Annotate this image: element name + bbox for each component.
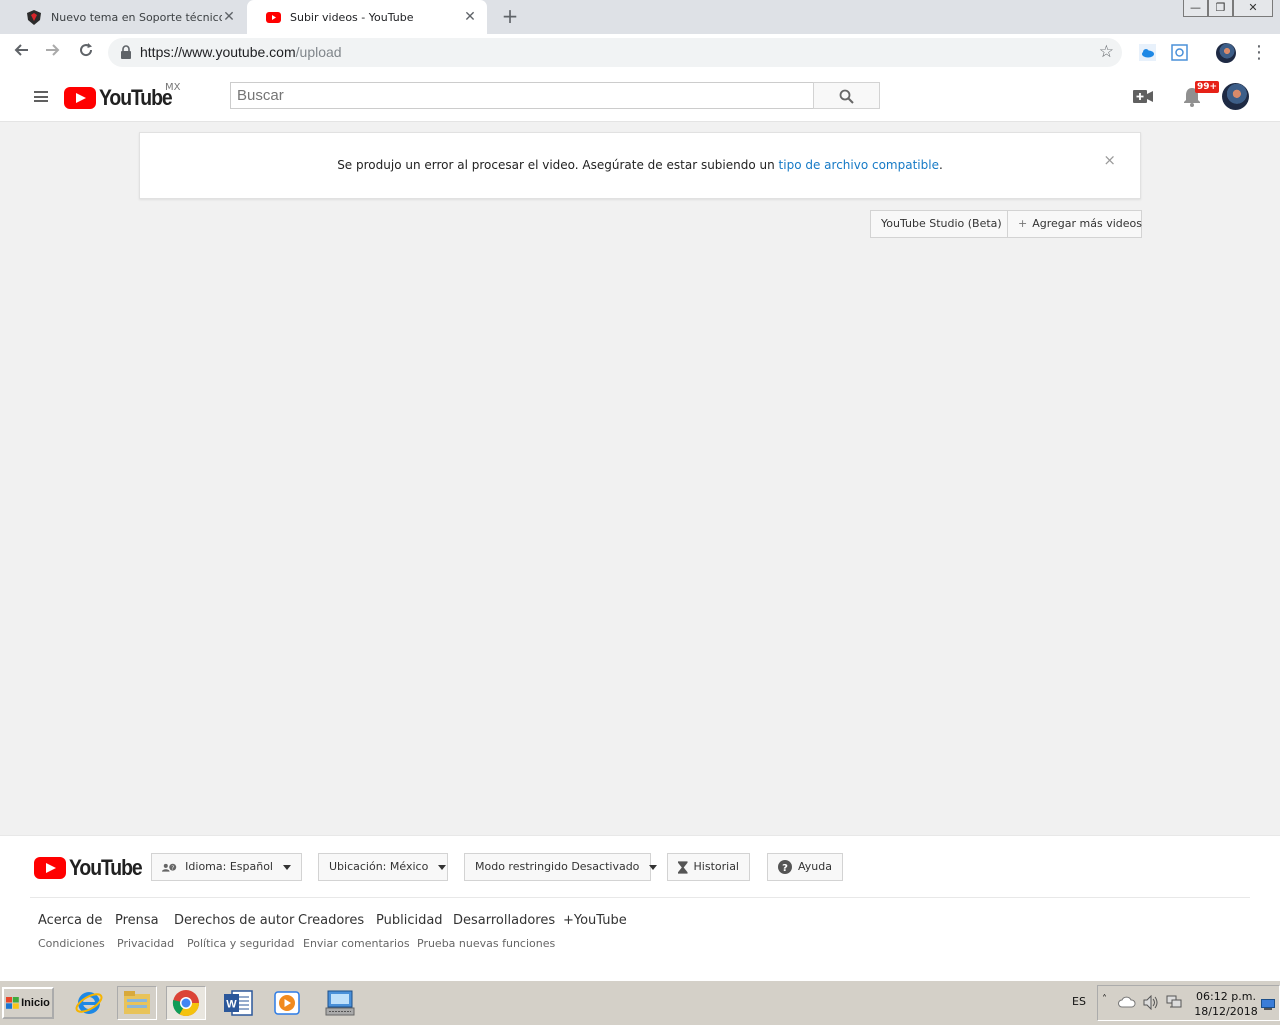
notification-count-badge: 99+ — [1195, 81, 1220, 93]
new-tab-button[interactable]: + — [500, 6, 520, 26]
youtube-play-icon — [34, 857, 66, 879]
forward-button[interactable] — [42, 42, 64, 64]
restricted-mode-button[interactable]: Modo restringido Desactivado — [464, 853, 658, 881]
help-button[interactable]: ? Ayuda — [767, 853, 843, 881]
footer-link-prueba-funciones[interactable]: Prueba nuevas funciones — [417, 937, 555, 950]
tab-soporte-tecnico[interactable]: Nuevo tema en Soporte técnico ✕ — [8, 0, 246, 34]
close-icon[interactable]: ✕ — [463, 9, 477, 25]
youtube-masthead: YouTube MX 99+ — [0, 72, 1280, 122]
taskbar-clock[interactable]: 06:12 p.m. 18/12/2018 — [1191, 989, 1261, 1019]
svg-text:?: ? — [171, 865, 174, 871]
minimize-button[interactable]: — — [1183, 0, 1208, 17]
logo-text: YouTube — [99, 85, 173, 110]
lock-icon — [121, 45, 131, 59]
show-desktop-icon[interactable] — [1261, 999, 1275, 1010]
onedrive-tray-icon[interactable] — [1118, 996, 1136, 1008]
location-picker-button[interactable]: Ubicación: México — [318, 853, 448, 881]
svg-text:?: ? — [782, 863, 788, 874]
dismiss-error-close-icon[interactable]: × — [1103, 151, 1116, 169]
address-bar[interactable]: https://www.youtube.com/upload ☆ — [108, 38, 1122, 67]
hourglass-icon — [678, 860, 688, 874]
network-icon[interactable] — [1166, 995, 1183, 1010]
profile-avatar[interactable] — [1216, 43, 1236, 63]
account-avatar[interactable] — [1222, 83, 1249, 110]
tab-title: Nuevo tema en Soporte técnico — [51, 10, 222, 24]
start-button[interactable]: Inicio — [2, 987, 54, 1019]
youtube-play-icon — [64, 87, 96, 109]
footer-link-privacidad[interactable]: Privacidad — [117, 937, 174, 950]
clock-date: 18/12/2018 — [1194, 1005, 1258, 1018]
footer-link-publicidad[interactable]: Publicidad — [376, 913, 443, 928]
compatible-file-types-link[interactable]: tipo de archivo compatible — [779, 158, 939, 172]
word-icon[interactable]: W — [218, 986, 258, 1020]
windows-taskbar: Inicio W ES ˄ 06:12 p.m. 18/12/2018 — [0, 980, 1280, 1025]
reload-button[interactable] — [75, 42, 97, 64]
footer-divider — [30, 897, 1250, 898]
add-more-videos-button[interactable]: + Agregar más videos — [1007, 210, 1142, 238]
back-button[interactable] — [10, 42, 32, 64]
show-hidden-icons-chevron-icon[interactable]: ˄ — [1102, 994, 1107, 1005]
close-icon[interactable]: ✕ — [222, 9, 236, 25]
youtube-studio-button[interactable]: YouTube Studio (Beta) — [870, 210, 1013, 238]
youtube-logo[interactable]: YouTube — [64, 85, 181, 111]
onedrive-extension-icon[interactable] — [1139, 44, 1156, 61]
chrome-taskbar-icon[interactable] — [166, 986, 206, 1020]
search-button[interactable] — [813, 82, 880, 109]
hamburger-menu-icon[interactable] — [34, 91, 48, 102]
search-icon — [839, 89, 854, 104]
restore-button[interactable]: ❐ — [1208, 0, 1233, 17]
youtube-footer: YouTube ? Idioma: Español Ubicación: Méx… — [0, 835, 1280, 981]
window-close-button[interactable]: ✕ — [1233, 0, 1273, 17]
search-input[interactable] — [230, 82, 814, 109]
browser-toolbar: https://www.youtube.com/upload ☆ ⋮ — [0, 34, 1280, 73]
caret-down-icon — [283, 864, 291, 870]
error-message: Se produjo un error al procesar el video… — [337, 158, 943, 172]
clock-time: 06:12 p.m. — [1196, 990, 1256, 1003]
url-text: https://www.youtube.com/upload — [140, 44, 342, 60]
footer-link-acerca[interactable]: Acerca de — [38, 913, 102, 928]
on-screen-keyboard-icon[interactable] — [320, 986, 360, 1020]
forum-shield-icon — [26, 9, 42, 25]
system-tray: ˄ 06:12 p.m. 18/12/2018 — [1097, 985, 1280, 1021]
footer-link-plus-youtube[interactable]: +YouTube — [563, 913, 627, 928]
tab-subir-videos[interactable]: Subir videos - YouTube ✕ — [247, 0, 487, 34]
footer-link-politica[interactable]: Política y seguridad — [187, 937, 294, 950]
windows-flag-icon — [6, 997, 19, 1009]
plus-icon: + — [1018, 217, 1028, 230]
language-picker-button[interactable]: ? Idioma: Español — [151, 853, 302, 881]
forward-arrow-icon — [46, 44, 60, 56]
footer-link-comentarios[interactable]: Enviar comentarios — [303, 937, 410, 950]
media-player-icon[interactable] — [267, 986, 307, 1020]
footer-link-condiciones[interactable]: Condiciones — [38, 937, 105, 950]
volume-icon[interactable] — [1143, 995, 1159, 1010]
bookmark-star-icon[interactable]: ☆ — [1099, 42, 1114, 62]
footer-link-prensa[interactable]: Prensa — [115, 913, 159, 928]
footer-link-creadores[interactable]: Creadores — [298, 913, 364, 928]
upload-error-card: Se produjo un error al procesar el video… — [139, 132, 1141, 199]
screenshot-extension-icon[interactable] — [1171, 44, 1188, 61]
footer-youtube-logo[interactable]: YouTube — [34, 855, 151, 881]
history-button[interactable]: Historial — [667, 853, 750, 881]
footer-link-derechos[interactable]: Derechos de autor — [174, 913, 294, 928]
caret-down-icon — [649, 864, 658, 870]
tab-title: Subir videos - YouTube — [290, 10, 414, 24]
reload-icon — [80, 43, 93, 57]
country-code: MX — [165, 82, 181, 93]
upload-video-camera-icon[interactable] — [1133, 90, 1153, 103]
footer-link-desarrolladores[interactable]: Desarrolladores — [453, 913, 555, 928]
back-arrow-icon — [14, 44, 28, 56]
youtube-favicon-icon — [265, 9, 281, 25]
caret-down-icon — [438, 864, 447, 870]
file-explorer-icon[interactable] — [117, 986, 157, 1020]
browser-tab-strip: Nuevo tema en Soporte técnico ✕ Subir vi… — [0, 0, 1280, 34]
help-question-icon: ? — [778, 860, 792, 874]
svg-text:W: W — [226, 999, 237, 1011]
input-language-indicator[interactable]: ES — [1072, 995, 1086, 1008]
language-people-icon: ? — [162, 863, 177, 872]
menu-kebab-icon[interactable]: ⋮ — [1248, 42, 1270, 64]
logo-text: YouTube — [69, 855, 143, 880]
internet-explorer-icon[interactable] — [69, 986, 109, 1020]
